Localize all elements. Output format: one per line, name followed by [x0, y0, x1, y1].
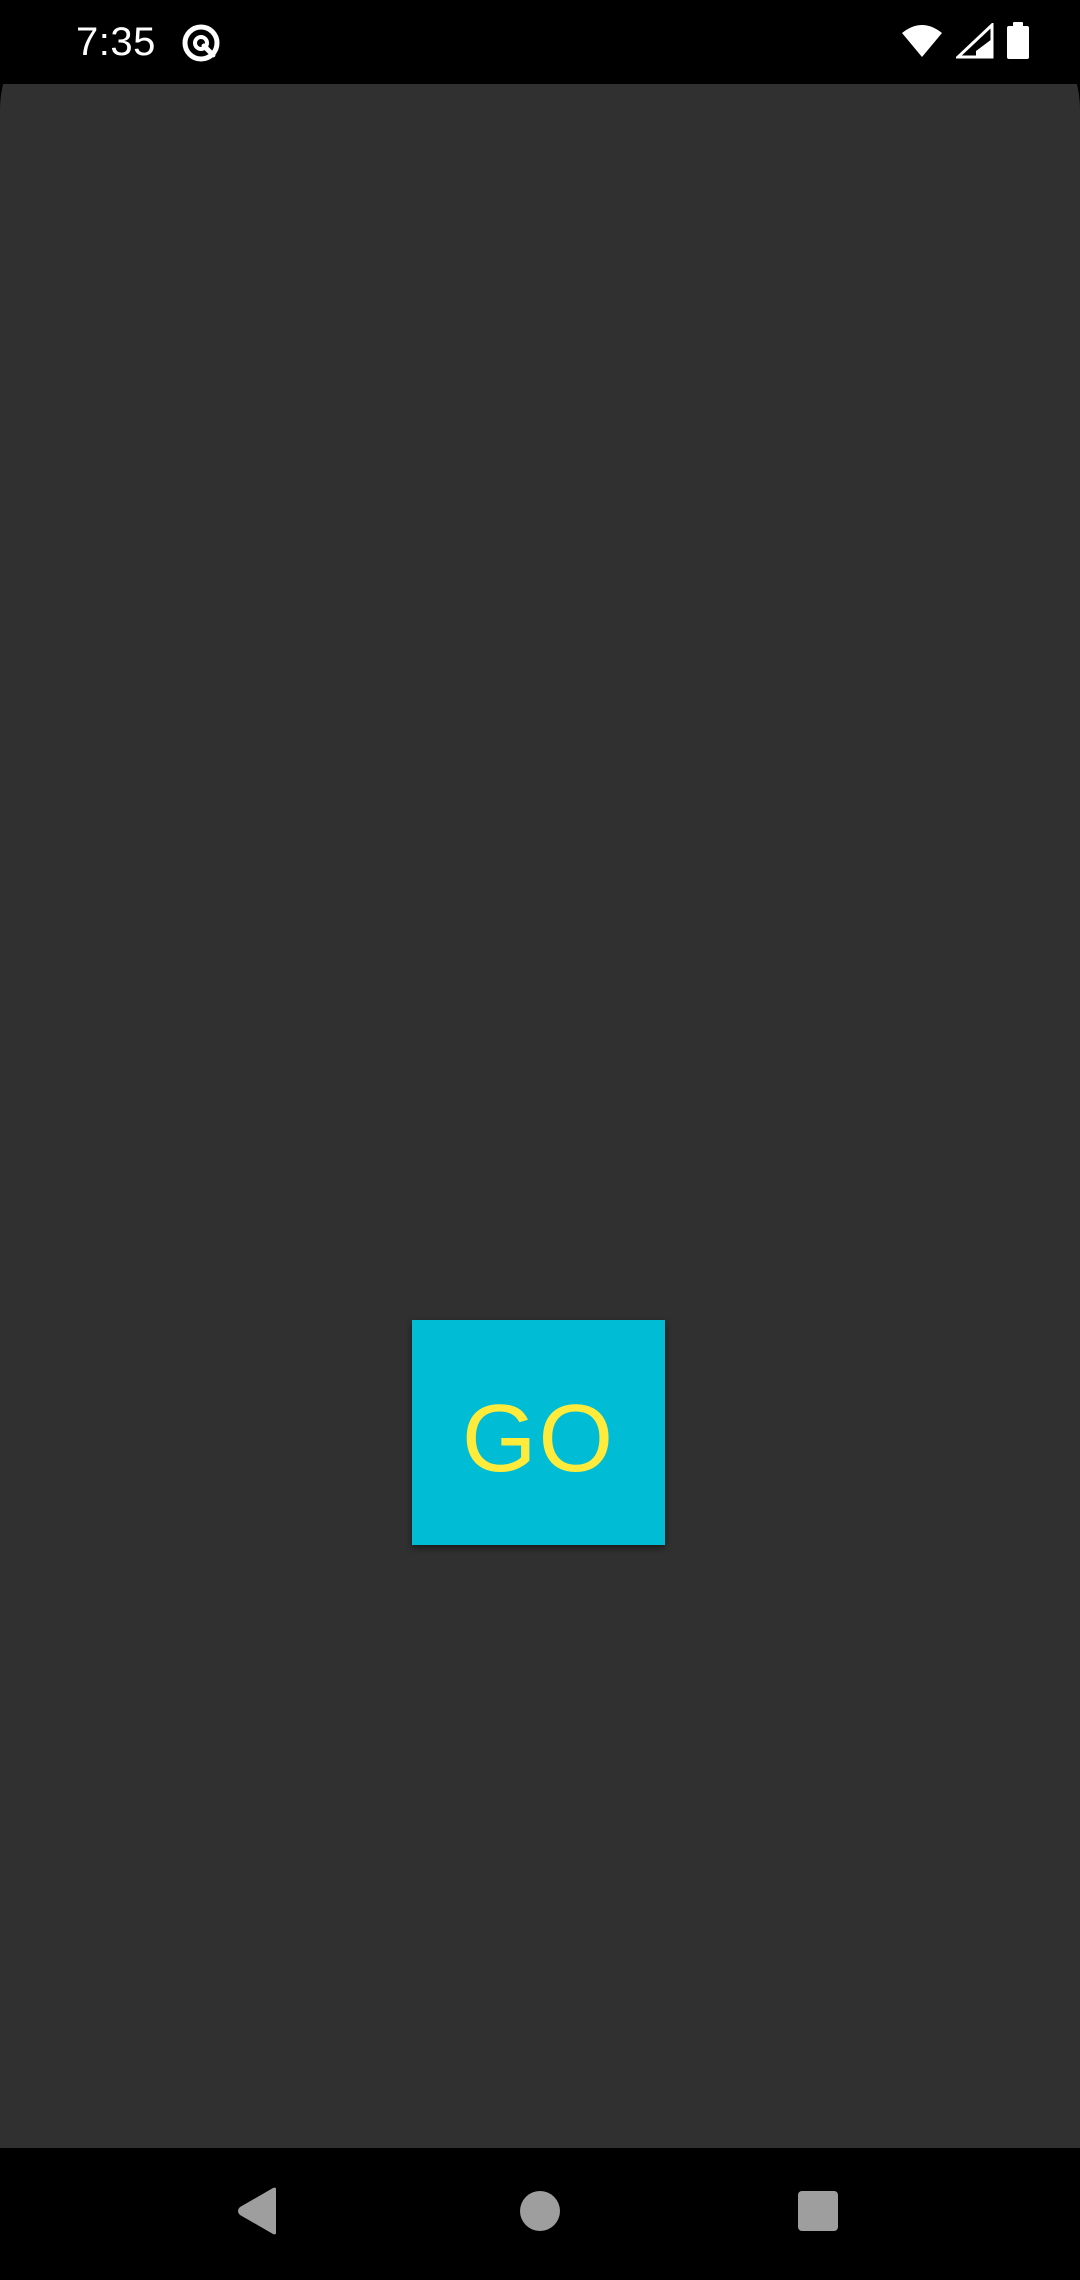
status-time: 7:35 [76, 20, 156, 64]
quick-settings-app-icon [180, 22, 222, 64]
go-button[interactable]: GO [412, 1320, 665, 1545]
main-content: GO [0, 84, 1080, 2148]
back-button[interactable] [223, 2178, 293, 2248]
phone-screen: 7:35 GO [0, 0, 1080, 2280]
recents-icon [797, 2190, 839, 2237]
recents-button[interactable] [783, 2178, 853, 2248]
home-button[interactable] [505, 2178, 575, 2248]
home-icon [519, 2190, 561, 2237]
back-icon [236, 2187, 280, 2240]
status-bar: 7:35 [0, 0, 1080, 84]
wifi-icon [900, 23, 944, 64]
go-button-label: GO [461, 1384, 616, 1492]
battery-icon [1006, 21, 1030, 65]
status-icons [900, 21, 1030, 65]
cell-signal-icon [954, 21, 994, 64]
navigation-bar [0, 2148, 1080, 2280]
